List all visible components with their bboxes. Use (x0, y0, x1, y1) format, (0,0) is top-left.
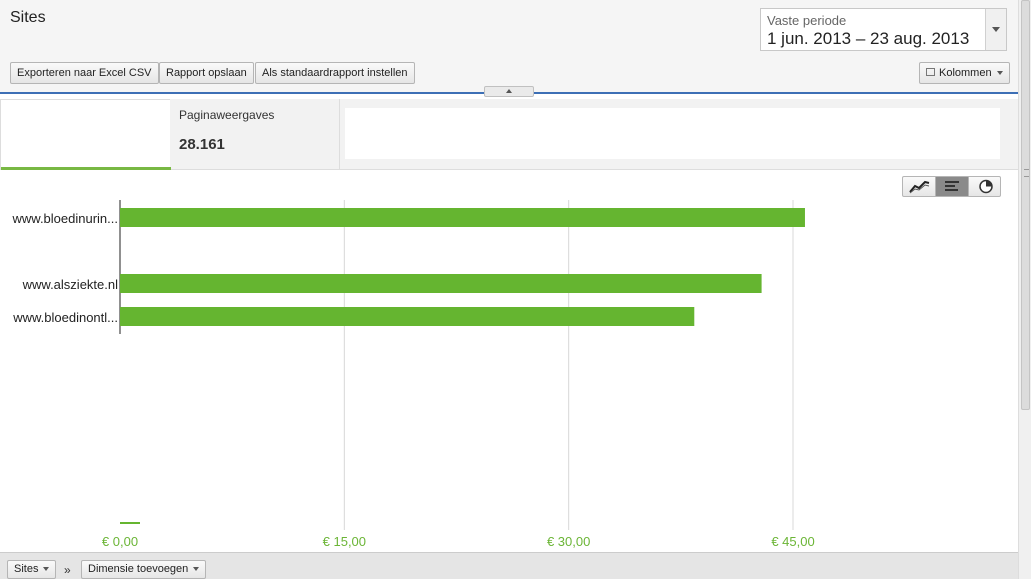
pie-chart-icon (979, 179, 993, 194)
date-range-label: Vaste periode (767, 13, 847, 28)
category-label: www.alsziekte.nl (22, 277, 118, 292)
pie-chart-button[interactable] (969, 177, 1002, 196)
chevron-down-icon[interactable] (985, 9, 1006, 50)
x-tick-label: € 15,00 (323, 534, 366, 549)
report-header: Sites Vaste periode 1 jun. 2013 – 23 aug… (0, 0, 1018, 93)
x-tick-label: € 0,00 (102, 534, 138, 549)
bar-chart: € 0,00 € 15,00 € 30,00 € 45,00 www.bloedinur… (12, 200, 815, 549)
primary-dimension-button[interactable]: Sites (7, 560, 57, 579)
columns-label: Kolommen (939, 67, 992, 79)
metric-value: 28.161 (179, 136, 225, 153)
columns-button[interactable]: Kolommen (919, 62, 1010, 84)
x-tick-label: € 30,00 (547, 534, 590, 549)
bar (120, 208, 805, 227)
save-report-button[interactable]: Rapport opslaan (159, 62, 254, 84)
category-label: www.bloedinontl... (12, 310, 118, 325)
add-dimension-label: Dimensie toevoegen (88, 563, 189, 575)
line-chart-button[interactable] (903, 177, 936, 196)
scrollbar-thumb[interactable] (1021, 0, 1030, 410)
collapse-header-button[interactable] (484, 86, 534, 97)
dimension-bar: Sites » Dimensie toevoegen (0, 552, 1018, 579)
primary-dimension-label: Sites (14, 563, 39, 575)
bar (120, 307, 695, 326)
date-range-value: 1 jun. 2013 – 23 aug. 2013 (767, 29, 970, 48)
selected-indicator (1, 167, 171, 170)
breadcrumb-separator: » (64, 563, 71, 577)
analytics-page: Sites Vaste periode 1 jun. 2013 – 23 aug… (0, 0, 1031, 579)
bar-chart-icon (945, 181, 959, 191)
caret-down-icon (43, 567, 50, 572)
metric-tile-selected[interactable] (0, 99, 171, 170)
chart-type-toggle (902, 176, 1001, 197)
page-title: Sites (10, 9, 46, 26)
vertical-scrollbar[interactable] (1018, 0, 1031, 579)
bar-chart-button[interactable] (936, 177, 969, 196)
caret-down-icon (193, 567, 200, 572)
add-dimension-button[interactable]: Dimensie toevoegen (81, 560, 207, 579)
caret-down-icon (996, 71, 1003, 76)
metric-tiles: Paginaweergaves 28.161 (0, 99, 1018, 170)
bar (120, 274, 762, 293)
columns-icon (926, 68, 935, 76)
metric-tiles-blank (345, 108, 1000, 159)
date-range-picker[interactable]: Vaste periode 1 jun. 2013 – 23 aug. 2013 (760, 8, 1007, 51)
category-label: www.bloedinurin... (12, 211, 119, 226)
x-tick-label: € 45,00 (771, 534, 814, 549)
metric-label: Paginaweergaves (179, 108, 275, 122)
grip-icon (1024, 169, 1029, 177)
line-chart-icon (909, 180, 930, 194)
metric-tile-pageviews[interactable]: Paginaweergaves 28.161 (171, 99, 340, 170)
export-csv-button[interactable]: Exporteren naar Excel CSV (10, 62, 159, 84)
set-default-report-button[interactable]: Als standaardrapport instellen (255, 62, 415, 84)
